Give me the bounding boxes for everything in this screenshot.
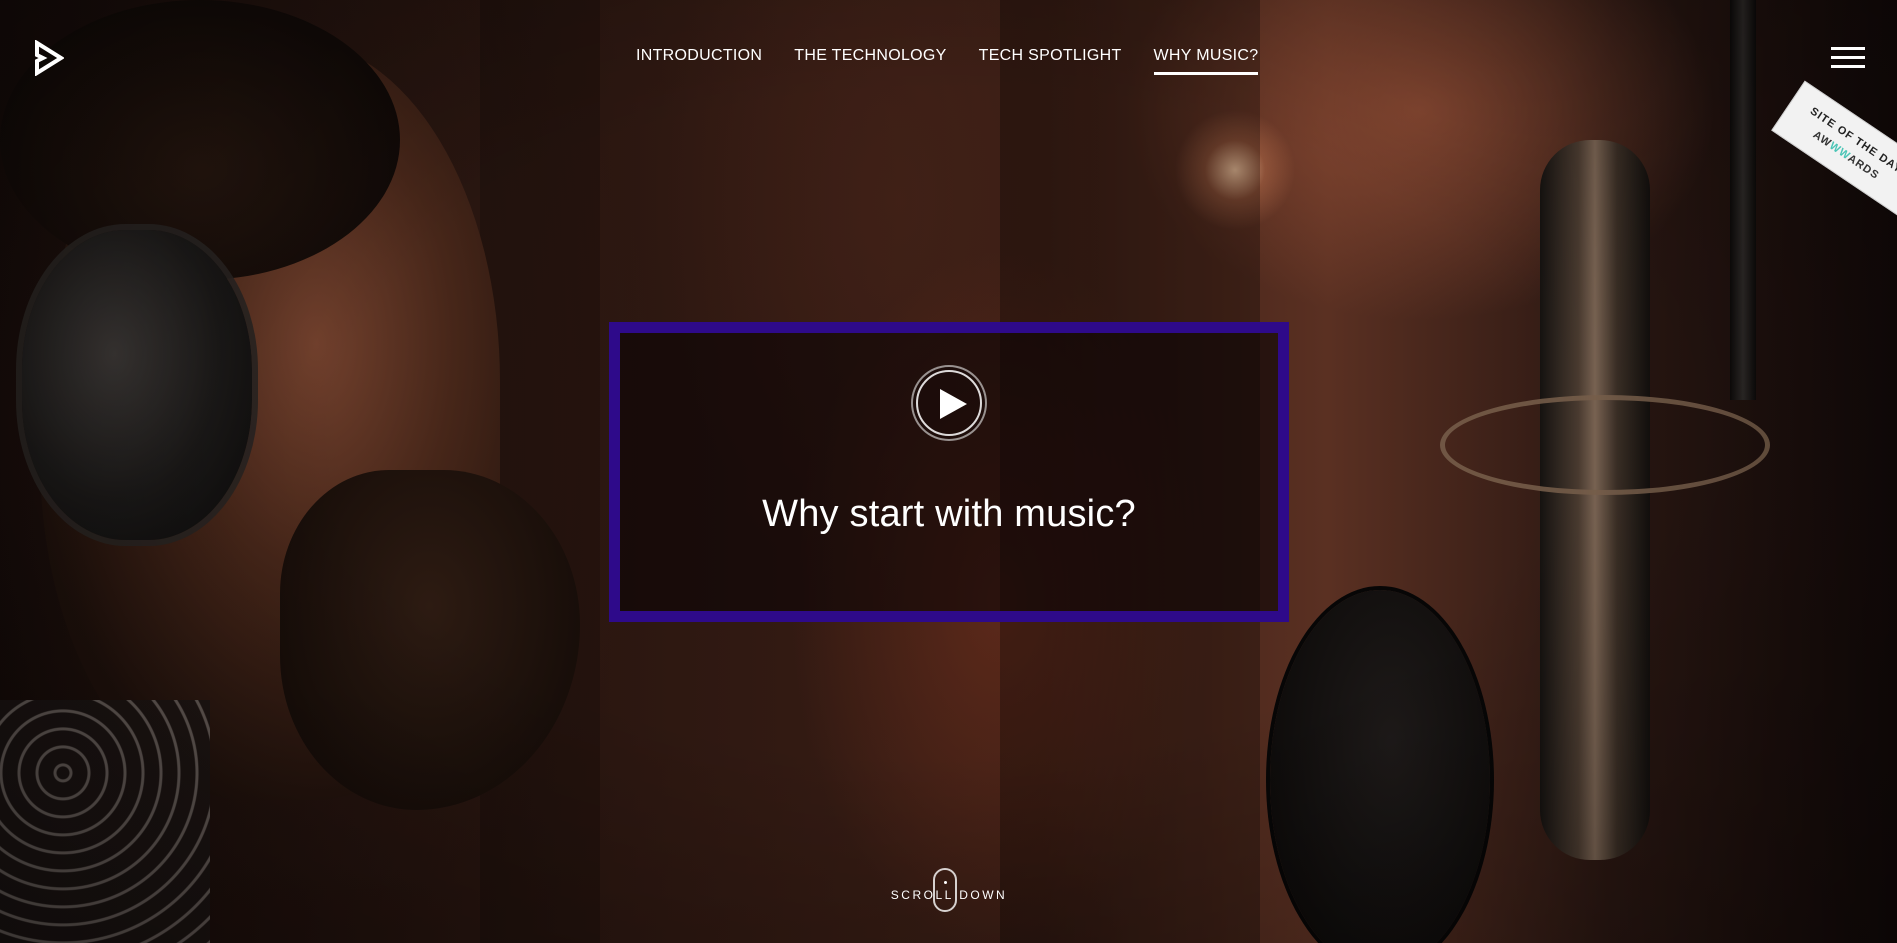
scroll-dot [944,881,947,884]
menu-bar [1831,56,1865,59]
nav-item-tech-spotlight[interactable]: TECH SPOTLIGHT [979,47,1122,75]
nav-item-the-technology[interactable]: THE TECHNOLOGY [794,47,946,75]
video-title: Why start with music? [762,493,1136,535]
page: INTRODUCTION THE TECHNOLOGY TECH SPOTLIG… [0,0,1897,943]
scroll-down-label: SCROLL DOWN [890,888,1008,902]
play-triangle-logo-icon[interactable] [34,39,65,77]
play-icon [940,389,967,419]
menu-bar [1831,47,1865,50]
hamburger-menu-icon[interactable] [1831,47,1865,71]
scroll-down-button[interactable]: SCROLL DOWN [889,868,1009,918]
top-navigation: INTRODUCTION THE TECHNOLOGY TECH SPOTLIG… [636,47,1259,75]
nav-item-why-music[interactable]: WHY MUSIC? [1153,47,1259,75]
nav-item-introduction[interactable]: INTRODUCTION [636,47,762,75]
play-button[interactable] [911,365,987,441]
video-card[interactable]: Why start with music? [609,322,1289,622]
menu-bar [1831,65,1865,68]
